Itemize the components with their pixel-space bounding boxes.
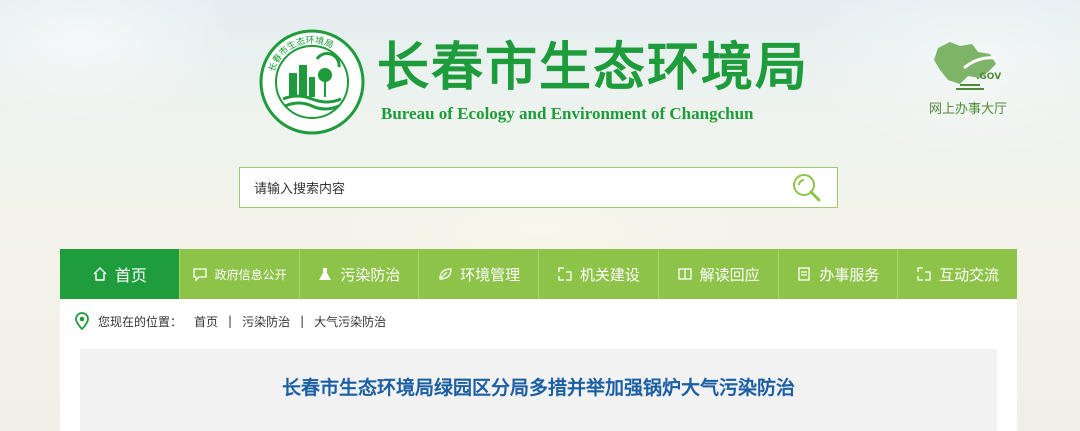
content-area: 您现在的位置： 首页 | 污染防治 | 大气污染防治 长春市生态环境局绿园区分局… (60, 299, 1017, 431)
nav-item-interpretation[interactable]: 解读回应 (659, 249, 779, 299)
breadcrumb: 您现在的位置： 首页 | 污染防治 | 大气污染防治 (74, 310, 386, 332)
chat-icon (192, 268, 207, 282)
bureau-emblem-icon: 长春市生态环境局 (259, 29, 365, 135)
nav-item-label: 解读回应 (699, 265, 760, 284)
service-hall-label: 网上办事大厅 (928, 102, 1007, 117)
home-icon (93, 267, 107, 281)
article-panel: 长春市生态环境局绿园区分局多措并举加强锅炉大气污染防治 (80, 349, 997, 431)
flask-icon (319, 268, 332, 280)
online-service-hall-link[interactable]: .GOV 网上办事大厅 (920, 38, 1016, 118)
nav-item-label: 污染防治 (340, 265, 401, 284)
main-nav: 首页 政府信息公开 污染防治 环境管理 机关建设 解读回应 办事服务 互动交流 (60, 249, 1017, 299)
breadcrumb-prefix: 您现在的位置： (98, 314, 183, 329)
nav-item-interaction[interactable]: 互动交流 (898, 249, 1017, 299)
search-bar (239, 167, 838, 208)
nav-item-label: 政府信息公开 (214, 267, 287, 282)
nav-item-env-management[interactable]: 环境管理 (419, 249, 539, 299)
breadcrumb-home[interactable]: 首页 (194, 313, 218, 330)
nav-item-services[interactable]: 办事服务 (779, 249, 899, 299)
link-icon (917, 267, 931, 281)
link-icon (558, 267, 572, 281)
nav-item-org-building[interactable]: 机关建设 (539, 249, 659, 299)
breadcrumb-air-pollution[interactable]: 大气污染防治 (314, 313, 386, 330)
search-button[interactable] (790, 172, 824, 204)
breadcrumb-pollution[interactable]: 污染防治 (242, 313, 290, 330)
site-subtitle: Bureau of Ecology and Environment of Cha… (381, 104, 754, 123)
nav-item-label: 首页 (114, 266, 147, 285)
breadcrumb-separator: | (228, 314, 233, 328)
leaf-icon (439, 268, 452, 280)
document-icon (798, 267, 811, 281)
nav-item-pollution[interactable]: 污染防治 (300, 249, 420, 299)
book-icon (677, 268, 692, 280)
svg-text:.GOV: .GOV (976, 72, 1001, 82)
nav-item-label: 环境管理 (460, 265, 521, 284)
article-title: 长春市生态环境局绿园区分局多措并举加强锅炉大气污染防治 (281, 377, 795, 399)
nav-item-home[interactable]: 首页 (60, 249, 180, 299)
nav-item-label: 办事服务 (819, 265, 880, 284)
nav-item-label: 互动交流 (939, 265, 1000, 284)
gov-map-icon: .GOV (934, 42, 1001, 90)
search-input[interactable] (252, 177, 776, 201)
nav-item-gov-info[interactable]: 政府信息公开 (180, 249, 300, 299)
search-icon (793, 174, 821, 202)
location-pin-icon (75, 312, 89, 330)
nav-item-label: 机关建设 (579, 265, 640, 284)
site-title: 长春市生态环境局 (377, 37, 810, 98)
breadcrumb-separator: | (300, 314, 305, 328)
